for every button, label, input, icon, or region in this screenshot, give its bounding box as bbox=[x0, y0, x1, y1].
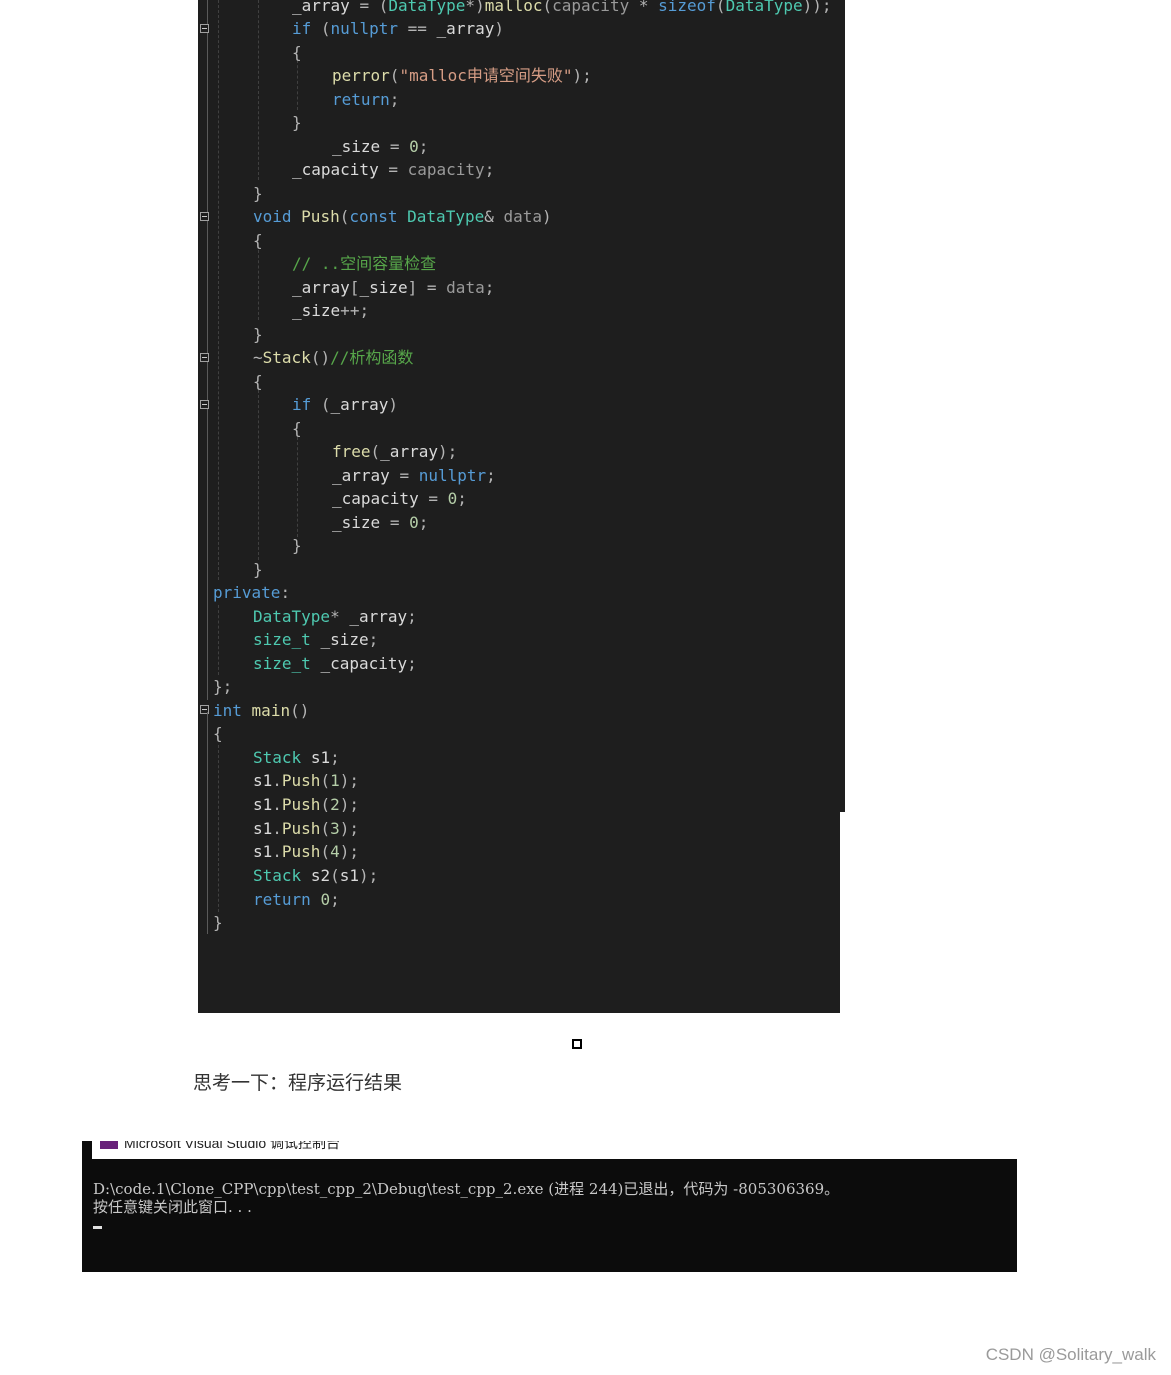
code-line: } bbox=[253, 325, 263, 344]
code-line: int main() bbox=[213, 701, 310, 720]
console-title: Microsoft Visual Studio 调试控制台 bbox=[124, 1141, 341, 1151]
code-line: _capacity = capacity; bbox=[292, 160, 495, 179]
code-line: { bbox=[213, 724, 223, 743]
indent-guide bbox=[258, 390, 259, 560]
code-line: s1.Push(2); bbox=[253, 795, 359, 812]
code-line: _size++; bbox=[292, 301, 370, 320]
console-line: 按任意键关闭此窗口. . . bbox=[93, 1198, 252, 1216]
code-line: } bbox=[253, 560, 263, 579]
indent-guide bbox=[297, 60, 298, 110]
code-line: free(_array); bbox=[332, 442, 458, 461]
indent-guide bbox=[218, 745, 219, 812]
code-line: void Push(const DataType& data) bbox=[253, 207, 552, 226]
code-line: if (_array) bbox=[292, 395, 398, 414]
code-line: }; bbox=[213, 677, 233, 696]
code-line: { bbox=[292, 419, 302, 438]
code-line: perror("malloc申请空间失败"); bbox=[332, 66, 592, 85]
fold-gutter-line bbox=[207, 812, 208, 934]
code-editor: _array = (DataType*)malloc(capacity * si… bbox=[198, 0, 845, 812]
code-line: { bbox=[253, 372, 263, 391]
code-line: s1.Push(1); bbox=[253, 771, 359, 790]
fold-toggle-icon[interactable] bbox=[200, 400, 209, 409]
code-line: if (nullptr == _array) bbox=[292, 19, 504, 38]
indent-guide bbox=[258, 0, 259, 180]
console-title-bar[interactable]: Microsoft Visual Studio 调试控制台 bbox=[82, 1141, 1017, 1159]
code-line: s1.Push(4); bbox=[253, 842, 359, 861]
indent-guide bbox=[297, 437, 298, 537]
code-line: _array = nullptr; bbox=[332, 466, 496, 485]
code-line: ~Stack()//析构函数 bbox=[253, 348, 414, 367]
code-line: return 0; bbox=[253, 890, 340, 909]
fold-toggle-icon[interactable] bbox=[200, 24, 209, 33]
code-line: _array[_size] = data; bbox=[292, 278, 495, 297]
code-line: DataType* _array; bbox=[253, 607, 417, 626]
fold-gutter-line bbox=[207, 0, 208, 700]
code-line: private: bbox=[213, 583, 291, 602]
code-line: _capacity = 0; bbox=[332, 489, 467, 508]
code-line: { bbox=[292, 43, 302, 62]
indent-guide bbox=[218, 0, 219, 580]
code-line: } bbox=[292, 536, 302, 555]
square-marker-icon bbox=[572, 1039, 582, 1049]
code-line: size_t _size; bbox=[253, 630, 379, 649]
indent-guide bbox=[218, 605, 219, 675]
code-line: } bbox=[253, 184, 263, 203]
code-line: return; bbox=[332, 90, 400, 109]
code-line: _size = 0; bbox=[332, 513, 429, 532]
code-line: size_t _capacity; bbox=[253, 654, 417, 673]
watermark: CSDN @Solitary_walk bbox=[985, 1345, 1156, 1364]
code-line: s1.Push(3); bbox=[253, 819, 359, 838]
indent-guide bbox=[218, 812, 219, 912]
code-line: // ..空间容量检查 bbox=[292, 254, 437, 273]
code-line: Stack s1; bbox=[253, 748, 340, 767]
question-text: 思考一下：程序运行结果 bbox=[193, 1073, 403, 1094]
indent-guide bbox=[258, 250, 259, 320]
text-cursor bbox=[93, 1226, 102, 1229]
console-output: D:\code.1\Clone_CPP\cpp\test_cpp_2\Debug… bbox=[82, 1159, 1017, 1272]
visual-studio-icon bbox=[100, 1141, 118, 1149]
code-line: } bbox=[213, 913, 223, 932]
code-line: } bbox=[292, 113, 302, 132]
code-line: _array = (DataType*)malloc(capacity * si… bbox=[292, 0, 832, 15]
fold-toggle-icon[interactable] bbox=[200, 353, 209, 362]
code-line: Stack s2(s1); bbox=[253, 866, 379, 885]
code-line: { bbox=[253, 231, 263, 250]
code-line: _size = 0; bbox=[332, 137, 429, 156]
console-window: Microsoft Visual Studio 调试控制台 D:\code.1\… bbox=[82, 1141, 1017, 1272]
fold-toggle-icon[interactable] bbox=[200, 212, 209, 221]
fold-gutter-line bbox=[207, 712, 208, 812]
code-editor-continued: s1.Push(3); s1.Push(4); Stack s2(s1); re… bbox=[198, 812, 840, 1013]
